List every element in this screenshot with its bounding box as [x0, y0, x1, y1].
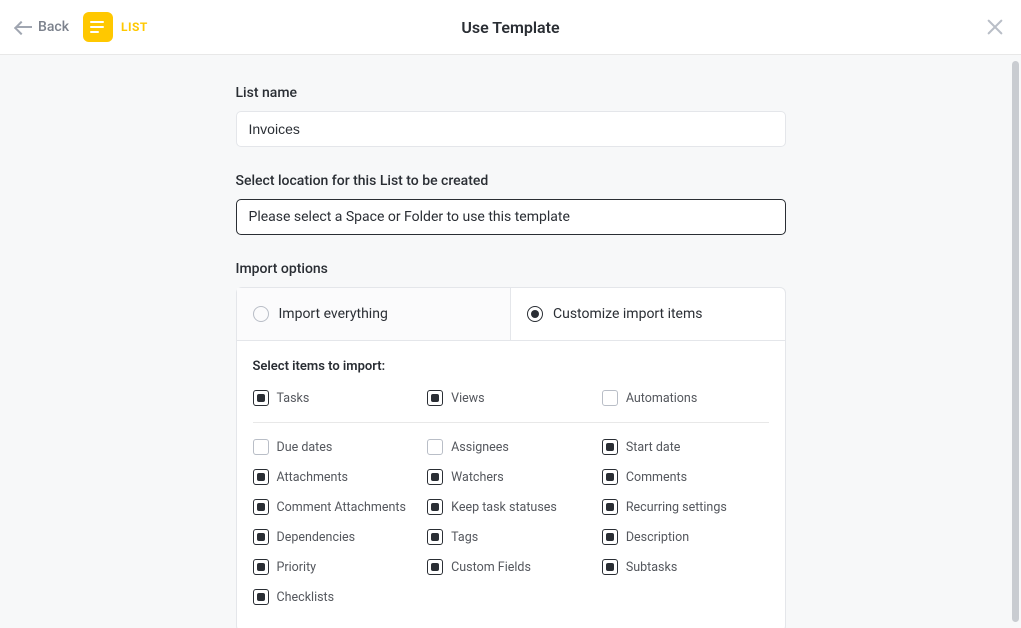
checkbox-label: Subtasks — [626, 560, 677, 575]
checkbox-description[interactable]: Description — [602, 529, 769, 545]
checkbox-due-dates[interactable]: Due dates — [253, 439, 420, 455]
checkbox-start-date[interactable]: Start date — [602, 439, 769, 455]
checkbox-watchers[interactable]: Watchers — [427, 469, 594, 485]
items-grid: Due dates Assignees Start date Attachments W… — [253, 439, 769, 621]
checkbox-icon — [427, 390, 443, 406]
checkbox-dependencies[interactable]: Dependencies — [253, 529, 420, 545]
checkbox-label: Tasks — [277, 391, 310, 406]
list-name-label: List name — [236, 85, 786, 101]
checkbox-subtasks[interactable]: Subtasks — [602, 559, 769, 575]
checkbox-views[interactable]: Views — [427, 390, 594, 406]
checkbox-recurring-settings[interactable]: Recurring settings — [602, 499, 769, 515]
arrow-left-icon — [16, 26, 32, 28]
checkbox-label: Start date — [626, 440, 681, 455]
modal-title: Use Template — [0, 18, 1021, 37]
checkbox-icon — [602, 469, 618, 485]
checkbox-icon — [253, 390, 269, 406]
checkbox-tags[interactable]: Tags — [427, 529, 594, 545]
close-icon[interactable] — [985, 17, 1005, 37]
entity-type-pill: LIST — [83, 12, 148, 42]
radio-label: Import everything — [279, 306, 388, 322]
top-items-grid: Tasks Views Automations — [253, 390, 769, 422]
import-items-title: Select items to import: — [253, 359, 769, 374]
back-label: Back — [38, 19, 69, 35]
checkbox-icon — [427, 469, 443, 485]
checkbox-assignees[interactable]: Assignees — [427, 439, 594, 455]
checkbox-icon — [253, 589, 269, 605]
import-radio-row: Import everything Customize import items — [237, 288, 785, 341]
checkbox-label: Checklists — [277, 590, 335, 605]
radio-label: Customize import items — [553, 306, 702, 322]
modal-body: List name Select location for this List … — [0, 55, 1021, 628]
checkbox-label: Due dates — [277, 440, 333, 455]
checkbox-icon — [253, 469, 269, 485]
checkbox-label: Watchers — [451, 470, 504, 485]
checkbox-icon — [253, 529, 269, 545]
radio-customize-import[interactable]: Customize import items — [511, 288, 785, 340]
checkbox-icon — [427, 499, 443, 515]
checkbox-label: Priority — [277, 560, 317, 575]
checkbox-tasks[interactable]: Tasks — [253, 390, 420, 406]
location-label: Select location for this List to be crea… — [236, 173, 786, 189]
radio-import-everything[interactable]: Import everything — [237, 288, 512, 340]
checkbox-automations[interactable]: Automations — [602, 390, 769, 406]
checkbox-icon — [602, 390, 618, 406]
back-button[interactable]: Back — [16, 19, 69, 35]
checkbox-custom-fields[interactable]: Custom Fields — [427, 559, 594, 575]
checkbox-comment-attachments[interactable]: Comment Attachments — [253, 499, 420, 515]
radio-icon — [253, 306, 269, 322]
checkbox-label: Tags — [451, 530, 478, 545]
checkbox-icon — [427, 529, 443, 545]
checkbox-label: Comments — [626, 470, 687, 485]
radio-icon — [527, 306, 543, 322]
checkbox-label: Attachments — [277, 470, 349, 485]
checkbox-label: Keep task statuses — [451, 500, 557, 515]
checkbox-icon — [253, 499, 269, 515]
checkbox-icon — [253, 439, 269, 455]
checkbox-keep-task-statuses[interactable]: Keep task statuses — [427, 499, 594, 515]
checkbox-label: Views — [451, 391, 484, 406]
checkbox-label: Assignees — [451, 440, 509, 455]
list-name-input[interactable] — [236, 111, 786, 147]
checkbox-label: Dependencies — [277, 530, 356, 545]
checkbox-label: Custom Fields — [451, 560, 531, 575]
location-placeholder: Please select a Space or Folder to use t… — [249, 209, 570, 225]
checkbox-priority[interactable]: Priority — [253, 559, 420, 575]
checkbox-icon — [427, 559, 443, 575]
list-icon — [83, 12, 113, 42]
import-options-label: Import options — [236, 261, 786, 277]
modal-header: Back LIST Use Template — [0, 0, 1021, 55]
checkbox-label: Recurring settings — [626, 500, 727, 515]
checkbox-attachments[interactable]: Attachments — [253, 469, 420, 485]
location-select[interactable]: Please select a Space or Folder to use t… — [236, 199, 786, 235]
checkbox-icon — [602, 499, 618, 515]
checkbox-checklists[interactable]: Checklists — [253, 589, 420, 605]
checkbox-label: Automations — [626, 391, 697, 406]
scroll-area[interactable]: List name Select location for this List … — [0, 55, 1021, 628]
checkbox-icon — [602, 439, 618, 455]
checkbox-icon — [602, 559, 618, 575]
checkbox-icon — [602, 529, 618, 545]
entity-type-label: LIST — [121, 20, 148, 34]
checkbox-comments[interactable]: Comments — [602, 469, 769, 485]
divider — [253, 422, 769, 423]
checkbox-icon — [253, 559, 269, 575]
checkbox-label: Comment Attachments — [277, 500, 406, 515]
checkbox-label: Description — [626, 530, 689, 545]
checkbox-icon — [427, 439, 443, 455]
import-options-box: Import everything Customize import items… — [236, 287, 786, 628]
import-items-area: Select items to import: Tasks Views Automa… — [237, 341, 785, 628]
